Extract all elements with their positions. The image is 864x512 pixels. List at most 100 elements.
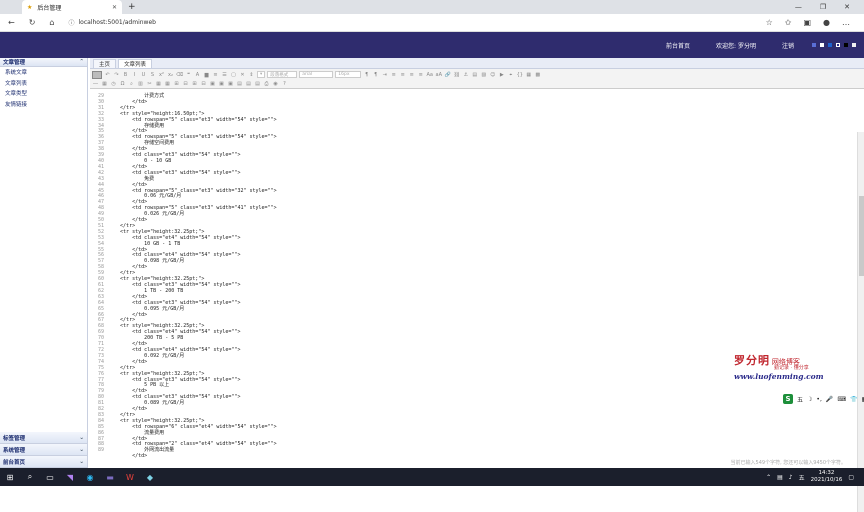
close-tab-icon[interactable]: ✕ xyxy=(112,4,117,11)
tab-home[interactable]: 主页 xyxy=(93,59,116,68)
rtl-icon[interactable]: ¶ xyxy=(372,72,379,78)
sidebar-section-articles[interactable]: 文章管理 ⌃ xyxy=(0,58,87,67)
insert-col-icon[interactable]: ⊞ xyxy=(191,81,198,87)
delete-table-icon[interactable]: ▦ xyxy=(164,81,171,87)
anchor-icon[interactable]: ⚓ xyxy=(462,72,469,78)
sidebar-item[interactable]: 文章列表 xyxy=(0,78,87,89)
ime-keyboard-icon[interactable]: ⌨ xyxy=(837,396,846,403)
preview-icon[interactable]: ◉ xyxy=(272,81,279,87)
print-icon[interactable]: ⎙ xyxy=(263,81,270,87)
reload-icon[interactable]: ↻ xyxy=(29,18,36,27)
redo-icon[interactable]: ↷ xyxy=(113,72,120,78)
font-size-select[interactable]: 16px xyxy=(335,71,361,78)
ime-skin-icon[interactable]: 👕 xyxy=(850,396,857,403)
snap-icon[interactable]: ✂ xyxy=(146,81,153,87)
sidebar-item[interactable]: 系统文章 xyxy=(0,67,87,78)
strikethrough-icon[interactable]: S xyxy=(149,72,156,78)
image-icon[interactable]: ▨ xyxy=(480,72,487,78)
reading-icon[interactable]: ☆ xyxy=(766,18,773,27)
ime-mode[interactable]: 五 xyxy=(797,395,803,404)
start-icon[interactable]: ⊞ xyxy=(0,468,20,486)
visual-studio-icon[interactable]: ◥ xyxy=(60,468,80,486)
align-justify-icon[interactable]: ≡ xyxy=(417,72,424,78)
special-chars-icon[interactable]: Ω xyxy=(119,81,126,87)
highlight-icon[interactable]: ▆ xyxy=(203,72,210,78)
theme-swatch[interactable] xyxy=(836,43,840,47)
align-center-icon[interactable]: ≡ xyxy=(399,72,406,78)
split-cells-icon[interactable]: ▤ xyxy=(236,81,243,87)
back-icon[interactable]: ← xyxy=(8,18,15,27)
paragraph-format-select[interactable]: 段落格式 xyxy=(267,71,297,78)
scrollbar-thumb[interactable] xyxy=(859,196,864,276)
new-tab-icon[interactable]: + xyxy=(128,2,136,12)
align-right-icon[interactable]: ≡ xyxy=(408,72,415,78)
unordered-list-icon[interactable]: ☰ xyxy=(221,72,228,78)
home-link[interactable]: 前台首页 xyxy=(666,41,690,50)
subscript-icon[interactable]: x₂ xyxy=(167,72,174,78)
source-mode-button[interactable] xyxy=(92,71,102,79)
ime-punct-icon[interactable]: •, xyxy=(816,396,821,403)
time-icon[interactable]: ◷ xyxy=(110,81,117,87)
theme-swatch[interactable] xyxy=(820,43,824,47)
maximize-icon[interactable]: ❐ xyxy=(820,3,826,11)
sidebar-section-system[interactable]: 系统管理⌄ xyxy=(0,444,87,456)
ltr-icon[interactable]: ¶ xyxy=(363,72,370,78)
volume-icon[interactable]: ♪ xyxy=(789,474,793,481)
source-code-view[interactable]: 2930313233343536373839404142434445464748… xyxy=(90,90,856,468)
blockquote-icon[interactable]: ❝ xyxy=(185,72,192,78)
notification-icon[interactable]: ▢ xyxy=(848,474,854,481)
row-spacing-icon[interactable]: ⇕ xyxy=(248,72,255,78)
search-replace-icon[interactable]: ⌕ xyxy=(128,81,135,87)
italic-icon[interactable]: I xyxy=(131,72,138,78)
custom-title-select[interactable]: ▾ xyxy=(257,71,265,78)
theme-swatch[interactable] xyxy=(844,43,848,47)
split-cols-icon[interactable]: ▤ xyxy=(254,81,261,87)
logout-link[interactable]: 注销 xyxy=(782,41,794,50)
unlink-icon[interactable]: ⛓ xyxy=(453,72,460,78)
theme-swatch[interactable] xyxy=(812,43,816,47)
delete-col-icon[interactable]: ⊟ xyxy=(200,81,207,87)
indent-icon[interactable]: ⇥ xyxy=(381,72,388,78)
font-color-icon[interactable]: A xyxy=(194,72,201,78)
sidebar-item[interactable]: 文章类型 xyxy=(0,88,87,99)
url-field[interactable]: ⓘ localhost:5001/adminweb xyxy=(68,17,751,29)
align-left-icon[interactable]: ≡ xyxy=(390,72,397,78)
delete-row-icon[interactable]: ⊟ xyxy=(182,81,189,87)
to-lowercase-icon[interactable]: aA xyxy=(435,72,442,78)
network-icon[interactable]: ▤ xyxy=(777,474,783,481)
insert-table-icon[interactable]: ▦ xyxy=(155,81,162,87)
theme-swatch[interactable] xyxy=(828,43,832,47)
search-icon[interactable]: ⌕ xyxy=(20,468,40,486)
chat-app-icon[interactable]: ◆ xyxy=(140,468,160,486)
image-float-icon[interactable]: ▤ xyxy=(471,72,478,78)
help-icon[interactable]: ? xyxy=(281,81,288,87)
map-icon[interactable]: ⌖ xyxy=(507,72,514,78)
ime-voice-icon[interactable]: 🎤 xyxy=(826,396,833,403)
collections-icon[interactable]: ▣ xyxy=(803,18,811,27)
merge-cells-icon[interactable]: ▣ xyxy=(209,81,216,87)
sidebar-item[interactable]: 友情链接 xyxy=(0,99,87,110)
font-family-select[interactable]: arial xyxy=(299,71,333,78)
edge-icon[interactable]: ◉ xyxy=(80,468,100,486)
undo-icon[interactable]: ↶ xyxy=(104,72,111,78)
select-all-icon[interactable]: ▢ xyxy=(230,72,237,78)
ime-tray-icon[interactable]: 五 xyxy=(799,473,805,482)
profile-avatar-icon[interactable]: ● xyxy=(823,18,830,27)
ime-logo-icon[interactable]: S xyxy=(783,394,793,404)
more-icon[interactable]: … xyxy=(842,18,850,27)
chart-icon[interactable]: ▥ xyxy=(137,81,144,87)
sidebar-section-tags[interactable]: 标签管理⌄ xyxy=(0,432,87,444)
clear-doc-icon[interactable]: ✕ xyxy=(239,72,246,78)
eraser-icon[interactable]: ⌫ xyxy=(176,72,183,78)
app-icon[interactable]: ▬ xyxy=(100,468,120,486)
task-view-icon[interactable]: ▭ xyxy=(40,468,60,486)
video-icon[interactable]: ▶ xyxy=(498,72,505,78)
template-icon[interactable]: ▦ xyxy=(525,72,532,78)
code-text[interactable]: 计费方式 </td> </tr> <tr style="height:16.50… xyxy=(108,94,277,460)
merge-right-icon[interactable]: ▣ xyxy=(218,81,225,87)
code-icon[interactable]: {} xyxy=(516,72,523,78)
superscript-icon[interactable]: x² xyxy=(158,72,165,78)
wps-icon[interactable]: W xyxy=(120,468,140,486)
underline-icon[interactable]: U xyxy=(140,72,147,78)
split-rows-icon[interactable]: ▤ xyxy=(245,81,252,87)
